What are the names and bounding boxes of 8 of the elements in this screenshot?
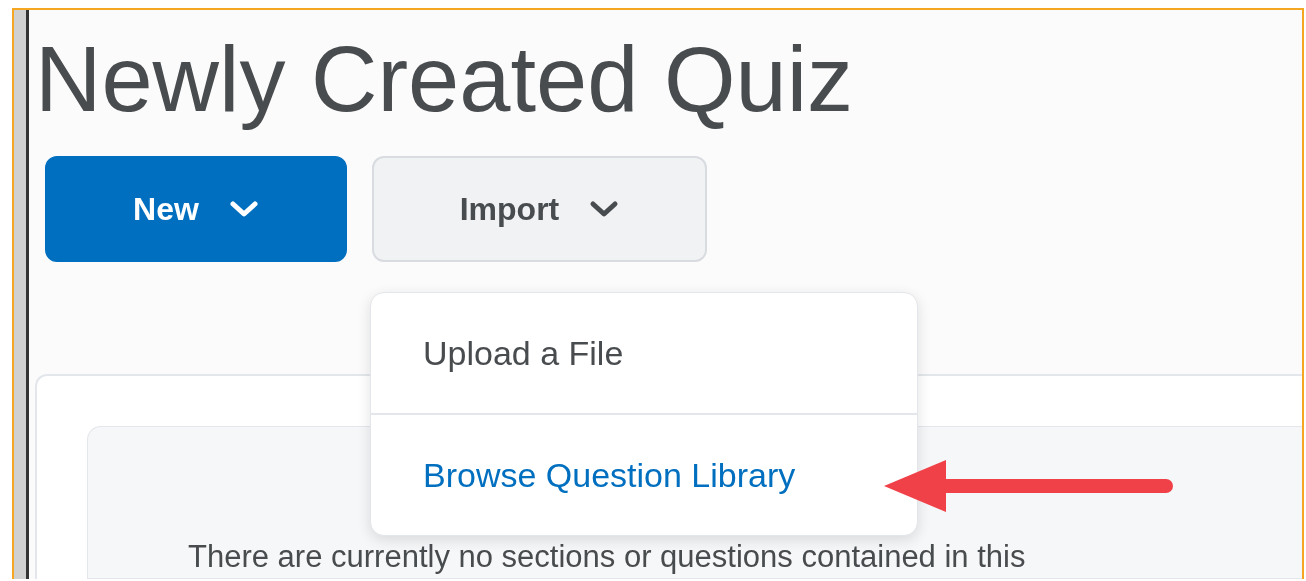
arrow-annotation-icon — [884, 460, 1173, 512]
empty-message: There are currently no sections or questions contained in this — [188, 539, 1026, 574]
page-title: Newly Created Quiz — [35, 27, 855, 132]
import-button[interactable]: Import — [372, 156, 707, 262]
new-button[interactable]: New — [45, 156, 347, 262]
menu-item[interactable]: Upload a File — [371, 293, 917, 413]
chevron-down-icon — [228, 200, 259, 218]
chevron-down-icon — [589, 200, 620, 218]
